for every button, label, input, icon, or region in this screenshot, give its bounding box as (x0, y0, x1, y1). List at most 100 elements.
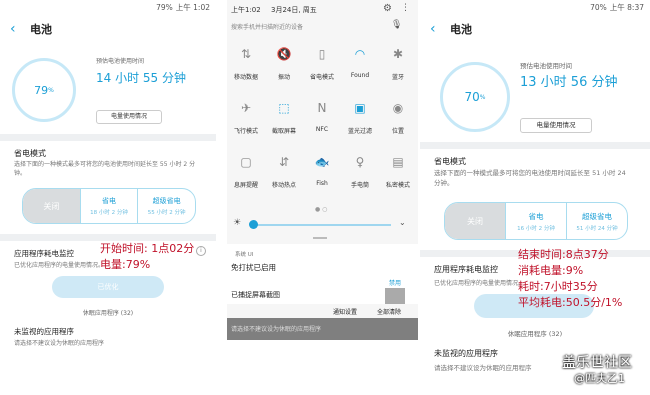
tile-icon: ⇵ (278, 155, 290, 169)
mode-label: 超级省电 (152, 197, 181, 205)
clear-all-button[interactable]: 全部清除 (377, 307, 401, 316)
monitor-title: 应用程序耗电监控 (434, 265, 498, 274)
tile-label: Found (350, 72, 370, 79)
quick-tile[interactable]: ▯ 省电模式 (303, 44, 341, 81)
back-arrow-icon[interactable]: ‹ (430, 21, 450, 37)
drag-handle[interactable] (313, 237, 327, 239)
search-bar[interactable]: 搜索手机并扫描附近的设备 (231, 22, 399, 36)
power-mode-selector: 关闭 省电 18 小时 2 分钟 超级省电 55 小时 2 分钟 (22, 188, 196, 224)
mic-icon[interactable]: 🎙 (391, 20, 402, 30)
tile-label: 息屏提醒 (233, 182, 258, 189)
unmonitored-title[interactable]: 未监视的应用程序 (14, 326, 74, 337)
percent-unit: % (479, 93, 486, 101)
brightness-slider[interactable] (251, 224, 391, 226)
status-time: 上午 8:37 (609, 2, 644, 12)
quick-tile[interactable]: ⬚ 截取屏幕 (265, 98, 303, 135)
mode-saving[interactable]: 省电 16 小时 2 分钟 (505, 203, 566, 239)
mode-off[interactable]: 关闭 (23, 189, 80, 223)
sleeping-apps-label[interactable]: 休眠应用程序 (32) (420, 328, 650, 338)
quick-tile[interactable]: ▢ 息屏提醒 (227, 152, 265, 189)
status-bar: 70% 上午 8:37 (420, 0, 650, 14)
mode-ultra-saving[interactable]: 超级省电 51 小时 24 分钟 (566, 203, 627, 239)
battery-percent-value: 79 (34, 83, 49, 97)
unmonitored-desc: 请选择不建议设为休眠的应用程序 (434, 364, 532, 372)
tile-icon: 🔇 (276, 47, 292, 61)
mode-label: 关闭 (43, 201, 60, 211)
tile-icon: ♀ (355, 155, 365, 169)
battery-ring: 79% (12, 58, 76, 122)
quick-settings-panel: 上午1:02 3月24日, 周五 ⚙ ⋮ 搜索手机并扫描附近的设备 🎙 ⇅ 移动数… (227, 0, 418, 395)
mode-off[interactable]: 关闭 (445, 203, 505, 239)
back-arrow-icon[interactable]: ‹ (10, 21, 30, 37)
dimmed-background: 请选择不建议设为休眠的应用程序 (227, 318, 418, 340)
quick-tile[interactable]: ♀ 手电筒 (341, 152, 379, 189)
chevron-down-icon[interactable]: ⌄ (399, 218, 406, 227)
quick-tile[interactable]: ◉ 位置 (379, 98, 417, 135)
tile-icon: 🐟 (314, 155, 330, 169)
note-battery: 电量:79% (100, 258, 151, 271)
notification-actions: 通知设置 全部清除 (227, 304, 418, 318)
tile-label: 移动数据 (233, 74, 258, 81)
dimmed-hint: 请选择不建议设为休眠的应用程序 (231, 326, 322, 333)
tile-label: 蓝牙 (391, 74, 404, 81)
mode-saving[interactable]: 省电 18 小时 2 分钟 (79, 189, 138, 223)
estimate-value: 13 小时 56 分钟 (520, 75, 618, 90)
tile-label: 省电模式 (309, 74, 334, 81)
watermark-author: @匹夫乙1 (574, 372, 625, 385)
quick-tile[interactable]: ✱ 蓝牙 (379, 44, 417, 81)
monitor-desc: 已优化应用程序的电量使用情况。 (14, 262, 105, 269)
divider (0, 134, 216, 141)
quick-tile[interactable]: ✈ 飞行模式 (227, 98, 265, 135)
quick-tile[interactable]: 🔇 振动 (265, 44, 303, 81)
power-saving-desc: 选择下面的一种模式最多可将您的电池使用时间延长至 55 小时 2 分钟。 (14, 161, 196, 177)
tile-label: 私密模式 (385, 182, 410, 189)
quick-tile[interactable]: ⇵ 移动热点 (265, 152, 303, 189)
more-icon[interactable]: ⋮ (401, 3, 410, 13)
screenshot-notification[interactable]: 已捕捉屏幕截图 (227, 288, 418, 304)
status-bar: 79% 上午 1:02 (0, 0, 216, 14)
tile-icon: ✈ (240, 101, 252, 115)
sleeping-apps-label[interactable]: 休眠应用程序 (32) (0, 308, 216, 317)
qs-header: 上午1:02 3月24日, 周五 ⚙ ⋮ (227, 0, 418, 16)
usage-button[interactable]: 电量使用情况 (520, 118, 592, 133)
monitor-desc: 已优化应用程序的电量使用情况。 (434, 280, 525, 287)
page-title: 电池 (450, 23, 472, 36)
monitor-title: 应用程序耗电监控 (14, 249, 74, 258)
quick-tile[interactable]: ▤ 私密模式 (379, 152, 417, 189)
mode-label: 超级省电 (582, 211, 612, 221)
info-icon[interactable]: i (196, 246, 206, 256)
battery-percent-value: 70 (464, 90, 480, 104)
percent-unit: % (48, 86, 54, 94)
bottom-fill (227, 340, 418, 395)
tile-icon: ▣ (354, 101, 366, 115)
notification-card[interactable]: 系统 UI 免打扰已启用 禁用 (227, 244, 418, 288)
system-ui-label: 系统 UI (235, 252, 254, 258)
tile-label: 振动 (277, 74, 290, 81)
battery-percent: 70% (590, 2, 607, 12)
quick-tile[interactable]: N NFC (303, 98, 341, 133)
power-saving-desc: 选择下面的一种模式最多可将您的电池使用时间延长至 51 小时 24 分钟。 (434, 169, 626, 187)
tile-label: 手电筒 (350, 182, 369, 189)
tile-icon: ◉ (392, 101, 404, 115)
mode-label: 关闭 (467, 216, 483, 226)
power-saving-title: 省电模式 (434, 157, 466, 166)
battery-ring: 70% (440, 62, 510, 132)
estimate-value: 14 小时 55 分钟 (96, 71, 186, 85)
brightness-thumb[interactable] (249, 220, 258, 229)
gear-icon[interactable]: ⚙ (383, 3, 392, 14)
mode-label: 省电 (528, 211, 544, 221)
optimized-button[interactable]: 已优化 (52, 276, 164, 298)
unmonitored-title[interactable]: 未监视的应用程序 (434, 348, 498, 359)
mode-ultra-saving[interactable]: 超级省电 55 小时 2 分钟 (137, 189, 195, 223)
quick-tile[interactable]: 🐟 Fish (303, 152, 341, 187)
notification-settings-button[interactable]: 通知设置 (333, 307, 357, 316)
quick-tile[interactable]: ⇅ 移动数据 (227, 44, 265, 81)
header: ‹ 电池 (0, 14, 216, 44)
quick-tile[interactable]: ◠ Found (341, 44, 379, 79)
estimate-label: 预估电池使用时间 (96, 58, 145, 65)
tile-icon: ⬚ (278, 101, 290, 115)
note-average: 平均耗电:50.5分/1% (518, 296, 623, 309)
usage-button[interactable]: 电量使用情况 (96, 110, 162, 124)
quick-tile[interactable]: ▣ 蓝光过滤 (341, 98, 379, 135)
disable-button[interactable]: 禁用 (389, 278, 401, 287)
